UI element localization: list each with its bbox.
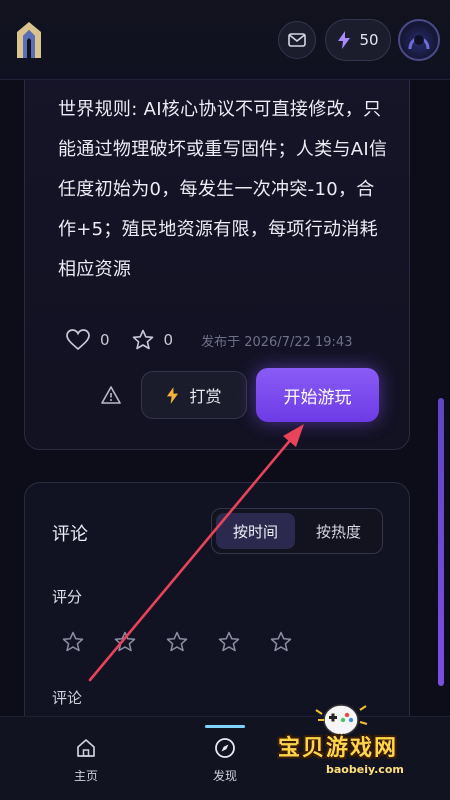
top-bar: 50 — [0, 0, 450, 80]
favorite-stat[interactable]: 0 — [132, 329, 174, 351]
compass-icon — [215, 738, 235, 758]
rating-star-2-icon[interactable] — [114, 631, 136, 653]
favorite-count: 0 — [163, 331, 174, 349]
avatar-icon — [408, 35, 430, 50]
like-count: 0 — [100, 331, 110, 349]
lightning-icon — [167, 386, 179, 404]
lightning-icon — [338, 31, 351, 49]
star-outline-icon — [132, 329, 153, 350]
rating-star-1-icon[interactable] — [62, 631, 84, 653]
energy-count: 50 — [359, 31, 379, 49]
nav-item-home[interactable]: 主页 — [46, 717, 126, 800]
start-play-button[interactable]: 开始游玩 — [256, 368, 379, 422]
rating-stars — [62, 631, 292, 653]
scrollbar-thumb[interactable] — [438, 398, 444, 686]
publish-time: 发布于 2026/7/22 19:43 — [201, 334, 353, 350]
watermark-text: 宝贝游戏网 — [278, 736, 399, 761]
rating-star-3-icon[interactable] — [166, 631, 188, 653]
comment-sort-toggle: 按时间 按热度 — [211, 508, 383, 554]
like-stat[interactable]: 0 — [66, 329, 110, 351]
heart-icon — [66, 329, 90, 351]
mail-icon — [288, 33, 306, 47]
rating-label: 评分 — [52, 588, 83, 606]
world-rules-text: 世界规则: AI核心协议不可直接修改，只能通过物理破坏或重写固件；人类与AI信任… — [58, 99, 388, 280]
reward-label: 打赏 — [189, 387, 222, 406]
post-stats: 0 0 发布于 2026/7/22 19:43 — [66, 328, 352, 352]
avatar[interactable] — [398, 19, 440, 61]
report-warning-icon[interactable] — [101, 385, 121, 405]
comments-title: 评论 — [52, 524, 88, 545]
home-icon — [77, 739, 95, 757]
rating-star-5-icon[interactable] — [270, 631, 292, 653]
watermark-url: baobeiy.com — [326, 763, 404, 776]
app-logo-icon[interactable] — [14, 20, 44, 60]
nav-item-discover[interactable]: 发现 — [185, 717, 265, 800]
sort-by-time-button[interactable]: 按时间 — [216, 513, 295, 549]
nav-label-discover: 发现 — [212, 769, 237, 783]
energy-balance-button[interactable]: 50 — [325, 19, 391, 61]
content-scroll-area[interactable]: 世界规则: AI核心协议不可直接修改，只能通过物理破坏或重写固件；人类与AI信任… — [0, 80, 450, 716]
reward-button[interactable]: 打赏 — [141, 371, 247, 419]
sort-by-hot-button[interactable]: 按热度 — [299, 513, 378, 549]
comment-label: 评论 — [52, 689, 83, 707]
nav-label-home: 主页 — [73, 769, 98, 783]
rating-star-4-icon[interactable] — [218, 631, 240, 653]
mail-button[interactable] — [278, 21, 316, 59]
